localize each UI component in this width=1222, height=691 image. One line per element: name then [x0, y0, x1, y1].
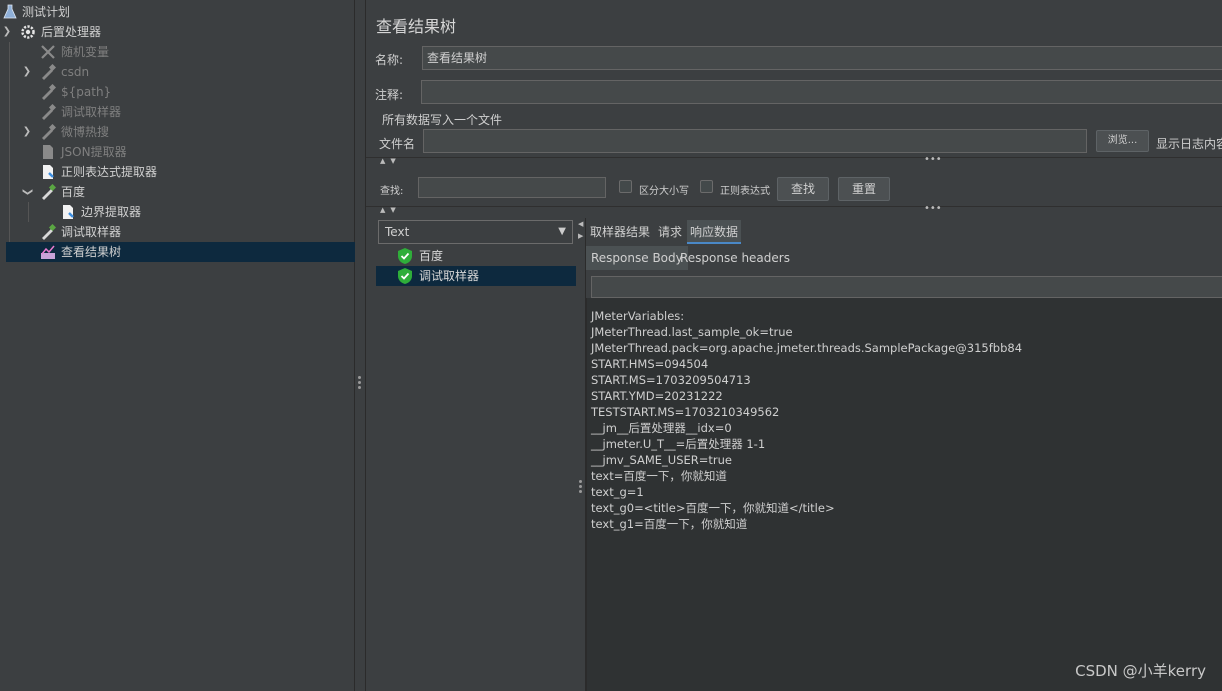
find-button[interactable]: 查找	[777, 177, 829, 201]
response-line: JMeterVariables:	[591, 309, 685, 323]
collapse-arrows-icon[interactable]: ▲▼	[380, 157, 401, 165]
splitter-grip	[579, 480, 582, 483]
splitter-grip	[579, 490, 582, 493]
case-sensitive-checkbox[interactable]	[619, 180, 632, 193]
pipette-icon	[42, 184, 56, 200]
pipette-icon	[42, 84, 56, 100]
response-line: START.MS=1703209504713	[591, 373, 751, 387]
reset-button[interactable]: 重置	[838, 177, 890, 201]
response-line: JMeterThread.last_sample_ok=true	[591, 325, 793, 339]
regex-label: 正则表达式	[720, 186, 770, 197]
tab-request[interactable]: 请求	[655, 220, 685, 244]
tree-item-debug-sampler[interactable]: 调试取样器	[0, 222, 350, 242]
flask-icon	[3, 4, 17, 19]
case-sensitive-label: 区分大小写	[639, 186, 689, 197]
response-line: __jmv_SAME_USER=true	[591, 453, 732, 467]
tree-item-regex-extractor[interactable]: 正则表达式提取器	[0, 162, 350, 182]
success-shield-icon	[398, 268, 412, 284]
name-label: 名称:	[375, 53, 404, 67]
tree-item-json-extractor[interactable]: JSON提取器	[0, 142, 350, 162]
response-line: text_g=1	[591, 485, 644, 499]
result-item-baidu[interactable]: 百度	[376, 246, 576, 266]
tree-item-weibo-hot[interactable]: ❯ 微博热搜	[0, 122, 350, 142]
renderer-select-value: Text	[385, 225, 410, 239]
collapse-divider[interactable]: ▲▼ •••	[366, 203, 1222, 214]
tree-item-path[interactable]: ${path}	[0, 82, 350, 102]
splitter-grip	[358, 381, 361, 384]
splitter-grip	[579, 485, 582, 488]
caret-down-icon: ▼	[558, 226, 566, 237]
regex-checkbox[interactable]	[700, 180, 713, 193]
chart-icon	[41, 245, 55, 259]
success-shield-icon	[398, 248, 412, 264]
document-icon	[43, 145, 53, 159]
renderer-select[interactable]: Text ▼	[378, 220, 573, 244]
test-plan-tree[interactable]: 测试计划 ❯ 后置处理器 随机变量 ❯ csdn ${path} 调试取样器 ❯…	[0, 0, 355, 691]
pipette-icon	[42, 224, 56, 240]
splitter-grip	[358, 376, 361, 379]
filename-field[interactable]	[423, 129, 1087, 153]
response-line: START.HMS=094504	[591, 357, 709, 371]
chevron-down-icon[interactable]: ❯	[17, 185, 37, 199]
tree-item-view-results-tree[interactable]: 查看结果树	[0, 242, 350, 262]
response-line: TESTSTART.MS=1703210349562	[591, 405, 780, 419]
tree-item-debug-sampler-disabled[interactable]: 调试取样器	[0, 102, 350, 122]
pipette-icon	[42, 104, 56, 120]
tree-item-random-variable[interactable]: 随机变量	[0, 42, 350, 62]
response-line: __jm__后置处理器__idx=0	[591, 421, 732, 435]
show-log-label: 显示日志内容	[1156, 137, 1222, 151]
document-icon	[43, 165, 54, 179]
tree-item-test-plan[interactable]: 测试计划	[0, 2, 350, 22]
splitter-right-arrow-icon[interactable]: ▶	[578, 232, 583, 240]
drag-dots-icon: •••	[924, 203, 942, 214]
tree-item-boundary-extractor[interactable]: 边界提取器	[0, 202, 350, 222]
browse-button[interactable]: 浏览...	[1096, 130, 1149, 152]
tab-response-headers[interactable]: Response headers	[675, 246, 795, 270]
write-to-file-section-label: 所有数据写入一个文件	[382, 113, 503, 127]
tab-response-data[interactable]: 响应数据	[687, 220, 742, 244]
page-title: 查看结果树	[376, 17, 457, 36]
response-panel: 取样器结果 请求 响应数据 Response Body Response hea…	[586, 218, 1222, 691]
drag-dots-icon: •••	[924, 154, 942, 165]
response-body-text[interactable]: JMeterVariables: JMeterThread.last_sampl…	[586, 298, 1222, 691]
name-field[interactable]: 查看结果树	[422, 46, 1222, 70]
chevron-down-icon[interactable]: ❯	[0, 22, 14, 42]
collapse-arrows-icon[interactable]: ▲▼	[380, 206, 401, 214]
tree-item-post-processor[interactable]: ❯ 后置处理器	[0, 22, 350, 42]
response-line: START.YMD=20231222	[591, 389, 723, 403]
chevron-right-icon[interactable]: ❯	[20, 122, 34, 142]
response-line: __jmeter.U_T__=后置处理器 1-1	[591, 437, 766, 451]
tree-item-csdn[interactable]: ❯ csdn	[0, 62, 350, 82]
response-line: text_g0=<title>百度一下，你就知道</title>	[591, 501, 835, 515]
response-search-input[interactable]	[591, 276, 1222, 298]
view-results-tree-panel: 查看结果树 名称: 查看结果树 注释: 所有数据写入一个文件 文件名 浏览...…	[365, 0, 1222, 691]
pipette-icon	[42, 64, 56, 80]
sample-results-list[interactable]: Text ▼ 百度 调试取样器	[376, 218, 576, 691]
vertical-splitter[interactable]	[355, 0, 365, 691]
comment-field[interactable]	[421, 80, 1222, 104]
gear-icon	[21, 25, 35, 39]
splitter-left-arrow-icon[interactable]: ◀	[578, 220, 583, 228]
splitter-grip	[358, 386, 361, 389]
collapse-divider[interactable]: ▲▼ •••	[366, 154, 1222, 165]
results-splitter[interactable]: ◀ ▶	[576, 218, 586, 691]
watermark: CSDN @小羊kerry	[1075, 662, 1206, 680]
pipette-icon	[42, 124, 56, 140]
comment-label: 注释:	[375, 88, 404, 102]
tree-item-baidu[interactable]: ❯ 百度	[0, 182, 350, 202]
result-item-debug-sampler[interactable]: 调试取样器	[376, 266, 576, 286]
filename-label: 文件名	[379, 137, 416, 151]
tools-icon	[41, 45, 55, 59]
response-line: text_g1=百度一下，你就知道	[591, 517, 748, 531]
response-line: JMeterThread.pack=org.apache.jmeter.thre…	[591, 341, 1023, 355]
document-icon	[63, 205, 74, 219]
tab-sampler-result[interactable]: 取样器结果	[587, 220, 653, 244]
search-input[interactable]	[418, 177, 606, 198]
search-label: 查找:	[380, 186, 404, 197]
chevron-right-icon[interactable]: ❯	[20, 62, 34, 82]
response-line: text=百度一下，你就知道	[591, 469, 727, 483]
tab-response-body[interactable]: Response Body	[586, 246, 688, 270]
